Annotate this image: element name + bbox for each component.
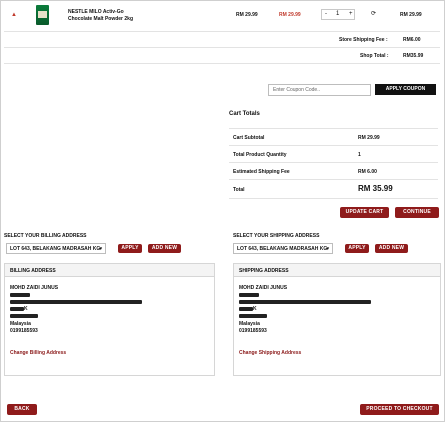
product-quantity-label: Total Product Quantity	[233, 152, 287, 158]
coupon-input[interactable]: Enter Coupon Code..	[268, 84, 371, 96]
product-quantity-value: 1	[358, 152, 361, 158]
change-shipping-address-link[interactable]: Change Shipping Address	[239, 350, 301, 356]
shipping-country: Malaysia	[239, 321, 260, 327]
product-name-line1[interactable]: NESTLE MILO Activ-Go	[68, 9, 124, 15]
product-image[interactable]	[36, 5, 49, 25]
redacted-text	[10, 314, 38, 318]
quantity-value[interactable]: 1	[336, 10, 339, 19]
shipping-fee-value: RM 6.00	[358, 169, 377, 175]
shipping-address-card: SHIPPING ADDRESS MOHD ZAIDI JUNUS K Mala…	[233, 263, 441, 376]
billing-address-select[interactable]: LOT 643, BELAKANG MADRASAH KG ▾	[6, 243, 106, 254]
store-shipping-value: RM6.00	[403, 37, 421, 43]
line-total: RM 29.99	[400, 12, 422, 18]
total-label: Total	[233, 187, 245, 193]
billing-select-value: LOT 643, BELAKANG MADRASAH KG	[10, 246, 101, 252]
continue-button[interactable]: CONTINUE	[395, 207, 439, 218]
update-cart-button[interactable]: UPDATE CART	[340, 207, 389, 218]
proceed-to-checkout-button[interactable]: PROCEED TO CHECKOUT	[360, 404, 439, 415]
quantity-stepper: - 1 +	[321, 9, 355, 20]
shop-total-value: RM35.99	[403, 53, 424, 59]
shipping-apply-button[interactable]: APPLY	[345, 244, 369, 253]
billing-country: Malaysia	[10, 321, 31, 327]
shipping-phone: 0199185593	[239, 328, 267, 334]
cart-subtotal-label: Cart Subtotal	[233, 135, 265, 141]
redacted-text	[239, 307, 253, 311]
redacted-text	[10, 293, 30, 297]
shipping-name: MOHD ZAIDI JUNUS	[239, 285, 288, 291]
billing-apply-button[interactable]: APPLY	[118, 244, 142, 253]
billing-name: MOHD ZAIDI JUNUS	[10, 285, 59, 291]
shipping-address-select[interactable]: LOT 643, BELAKANG MADRASAH KG ▾	[233, 243, 333, 254]
apply-coupon-button[interactable]: APPLY COUPON	[375, 84, 436, 95]
shipping-fee-label: Estimated Shipping Fee	[233, 169, 290, 175]
product-name-line2[interactable]: Chocolate Malt Powder 2kg	[68, 16, 133, 22]
store-shipping-label: Store Shipping Fee :	[339, 37, 388, 43]
change-billing-address-link[interactable]: Change Billing Address	[10, 350, 66, 356]
billing-address-heading: BILLING ADDRESS	[10, 268, 56, 274]
qty-plus-button[interactable]: +	[349, 10, 353, 19]
redacted-text	[10, 307, 24, 311]
redacted-text	[10, 300, 142, 304]
back-button[interactable]: BACK	[7, 404, 37, 415]
chevron-down-icon: ▾	[326, 246, 329, 252]
delete-item-icon[interactable]: ▲	[11, 12, 17, 19]
shipping-address-heading: SHIPPING ADDRESS	[239, 268, 289, 274]
shipping-add-new-button[interactable]: ADD NEW	[375, 244, 408, 253]
redacted-text	[239, 293, 259, 297]
cart-totals-title: Cart Totals	[229, 111, 260, 117]
product-price: RM 29.99	[236, 12, 258, 18]
redacted-text	[239, 300, 371, 304]
shipping-city-suffix: K	[253, 306, 257, 312]
shipping-select-value: LOT 643, BELAKANG MADRASAH KG	[237, 246, 328, 252]
product-sale-price: RM 29.99	[279, 12, 301, 18]
billing-address-card: BILLING ADDRESS MOHD ZAIDI JUNUS K Malay…	[4, 263, 215, 376]
chevron-down-icon: ▾	[99, 246, 102, 252]
shop-total-label: Shop Total :	[360, 53, 389, 59]
qty-minus-button[interactable]: -	[325, 10, 327, 19]
billing-phone: 0199185593	[10, 328, 38, 334]
refresh-icon[interactable]: ⟳	[371, 11, 376, 18]
billing-select-label: SELECT YOUR BILLING ADDRESS	[4, 233, 87, 239]
billing-add-new-button[interactable]: ADD NEW	[148, 244, 181, 253]
cart-subtotal-value: RM 29.99	[358, 135, 380, 141]
shipping-select-label: SELECT YOUR SHIPPING ADDRESS	[233, 233, 320, 239]
total-value: RM 35.99	[358, 184, 393, 193]
redacted-text	[239, 314, 267, 318]
billing-city-suffix: K	[24, 306, 28, 312]
